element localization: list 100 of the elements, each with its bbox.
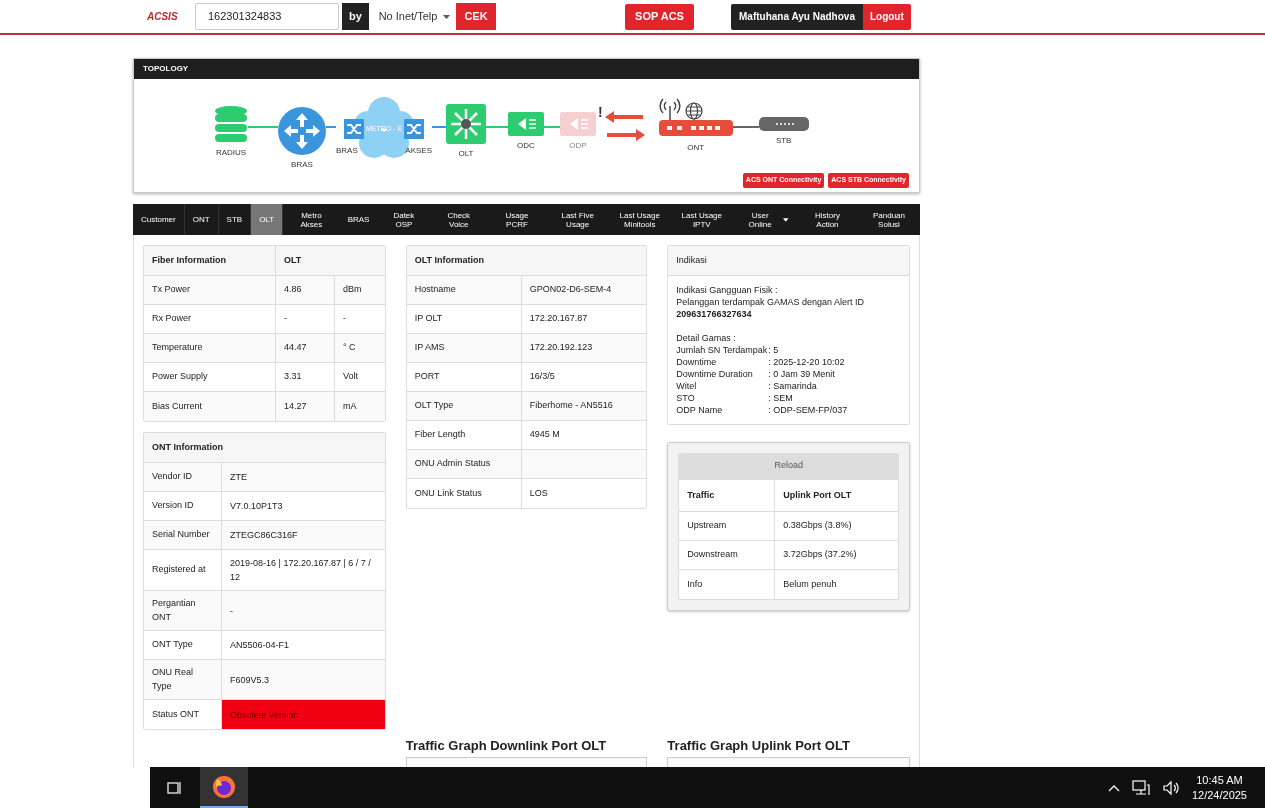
nav-tab[interactable]: Metro Akses	[283, 204, 340, 235]
detail-label: STO	[676, 392, 696, 404]
node-label: BRAS	[336, 145, 358, 157]
card-title: TOPOLOGY	[134, 59, 919, 79]
logout-button[interactable]: Logout	[862, 3, 911, 30]
nav-tab[interactable]: OLT	[251, 204, 284, 235]
sop-button[interactable]: SOP ACS	[625, 3, 694, 30]
graph-title: Traffic Graph Downlink Port OLT	[405, 738, 608, 753]
table-cell-text: -	[342, 312, 347, 326]
table-cell: Fiber Length	[406, 421, 522, 449]
column-header: Traffic	[679, 480, 776, 511]
table-cell: Temperature	[144, 334, 276, 362]
table-cell: Rx Power	[144, 305, 276, 333]
table-cell: Upstream	[679, 512, 776, 540]
nav-tab[interactable]: Datek OSP	[377, 204, 431, 235]
nav-tab[interactable]: Panduan Solusi	[857, 204, 920, 235]
detail-label: Downtime	[676, 356, 718, 368]
nav-tab[interactable]: User Online	[732, 204, 797, 235]
table-cell-text: F609V5.3	[229, 673, 271, 687]
nav-tab[interactable]: Last Usage IPTV	[670, 204, 733, 235]
panel-title: Indikasi	[668, 246, 909, 276]
reload-button[interactable]: Reload	[678, 453, 899, 479]
table-cell: Downstream	[679, 541, 776, 569]
nav-tab[interactable]: Customer	[133, 204, 185, 235]
table-cell-text: ° C	[342, 341, 357, 355]
detail-value: : Samarinda	[768, 380, 817, 392]
clock-date[interactable]: 12/24/2025	[1191, 787, 1247, 803]
table-cell-text: Volt	[342, 370, 359, 384]
detail-value: : 2025-12-20 10:02	[768, 356, 845, 368]
detail-label: Witel	[676, 380, 698, 392]
table-cell: 44.47	[276, 334, 335, 362]
cek-button[interactable]: CEK	[456, 3, 496, 30]
table-cell-text: -	[229, 604, 234, 618]
node-label: STB	[775, 135, 792, 147]
table-title: ONT Information	[144, 433, 385, 463]
table-cell-text: ZTEGC86C316F	[229, 529, 299, 542]
table-cell: IP AMS	[406, 334, 522, 362]
indikasi-heading: Indikasi Gangguan Fisik :	[676, 284, 779, 296]
nav-tab[interactable]: Last Usage Minitools	[608, 204, 671, 235]
table-cell-text: LOS	[528, 486, 549, 500]
indikasi-text: Pelanggan terdampak GAMAS dengan Alert ID	[676, 296, 865, 308]
column-header: OLT	[283, 253, 303, 267]
table-cell: Registered at	[144, 550, 222, 590]
table-cell-text: ZTE	[229, 471, 248, 484]
detail-label: Downtime Duration	[676, 368, 754, 380]
nav-tab[interactable]: Check Voice	[430, 204, 488, 235]
table-cell: OLT Type	[406, 392, 522, 420]
node-label: OLT	[458, 148, 474, 160]
nav-tab[interactable]: Last Five Usage	[546, 204, 609, 235]
alert-mark: !	[598, 105, 603, 119]
table-cell: Bias Current	[144, 392, 276, 421]
nav-tab[interactable]: ONT	[184, 204, 219, 235]
by-label: by	[342, 3, 369, 30]
table-cell: Power Supply	[144, 363, 276, 391]
graph-title: Traffic Graph Uplink Port OLT	[667, 738, 851, 753]
node-label: ODP	[569, 140, 587, 152]
table-cell: Obsolete Version	[222, 700, 385, 729]
alert-id: 209631766327634	[676, 308, 753, 320]
table-cell-text: V7.0.10P1T3	[229, 500, 284, 513]
table-cell-text: 172.20.192.123	[528, 341, 594, 355]
table-cell-text: 3.72Gbps (37.2%)	[782, 548, 858, 562]
table-cell: Hostname	[406, 276, 522, 304]
node-label: AKSES	[405, 145, 432, 157]
table-cell-text: 2019-08-16 | 172.20.167.87 | 6 / 7 / 12	[229, 557, 372, 584]
table-cell: IP OLT	[406, 305, 522, 333]
nav-tab[interactable]: History Action	[796, 204, 858, 235]
table-cell: Serial Number	[144, 521, 222, 549]
node-label: RADIUS	[215, 147, 247, 159]
table-cell-text: mA	[342, 399, 358, 413]
table-cell-text: 16/3/5	[528, 370, 556, 384]
nav-tab[interactable]: BRAS	[339, 204, 378, 235]
table-cell: ONT Type	[144, 631, 222, 659]
column-header: Fiber Information	[144, 246, 276, 275]
nav-tab[interactable]: Usage PCRF	[487, 204, 547, 235]
table-cell: 3.31	[276, 363, 335, 391]
table-cell: PORT	[406, 363, 522, 391]
node-label: ODC	[517, 140, 535, 152]
logo[interactable]: ACSIS	[147, 9, 195, 24]
detail-label: Jumlah SN Terdampak	[676, 344, 769, 356]
detail-value: : 0 Jam 39 Menit	[768, 368, 835, 380]
table-cell-text: Belum penuh	[782, 577, 838, 591]
detail-value: : ODP-SEM-FP/037	[768, 404, 848, 416]
detail-label: ODP Name	[676, 404, 724, 416]
detail-title: Detail Gamas :	[676, 332, 737, 344]
table-cell-text: Fiberhome - AN5516	[528, 399, 614, 413]
table-cell: 4.86	[276, 276, 335, 304]
node-label: BRAS	[291, 159, 313, 171]
table-cell-text: 4945 M	[528, 428, 561, 442]
table-cell-text: dBm	[342, 283, 363, 297]
clock-time[interactable]: 10:45 AM	[1196, 772, 1243, 788]
detail-value: : SEM	[768, 392, 793, 404]
node-label: ONT	[687, 142, 705, 154]
table-cell: Info	[679, 570, 776, 599]
table-cell-text: 0.38Gbps (3.8%)	[782, 519, 853, 533]
table-cell: Vendor ID	[144, 463, 222, 491]
user-name: Maftuhana Ayu Nadhova	[731, 3, 863, 30]
detail-value: : 5	[768, 344, 779, 356]
search-field[interactable]: 162301324833	[195, 3, 339, 30]
table-cell: ONU Admin Status	[406, 450, 522, 478]
table-cell: Version ID	[144, 492, 222, 520]
